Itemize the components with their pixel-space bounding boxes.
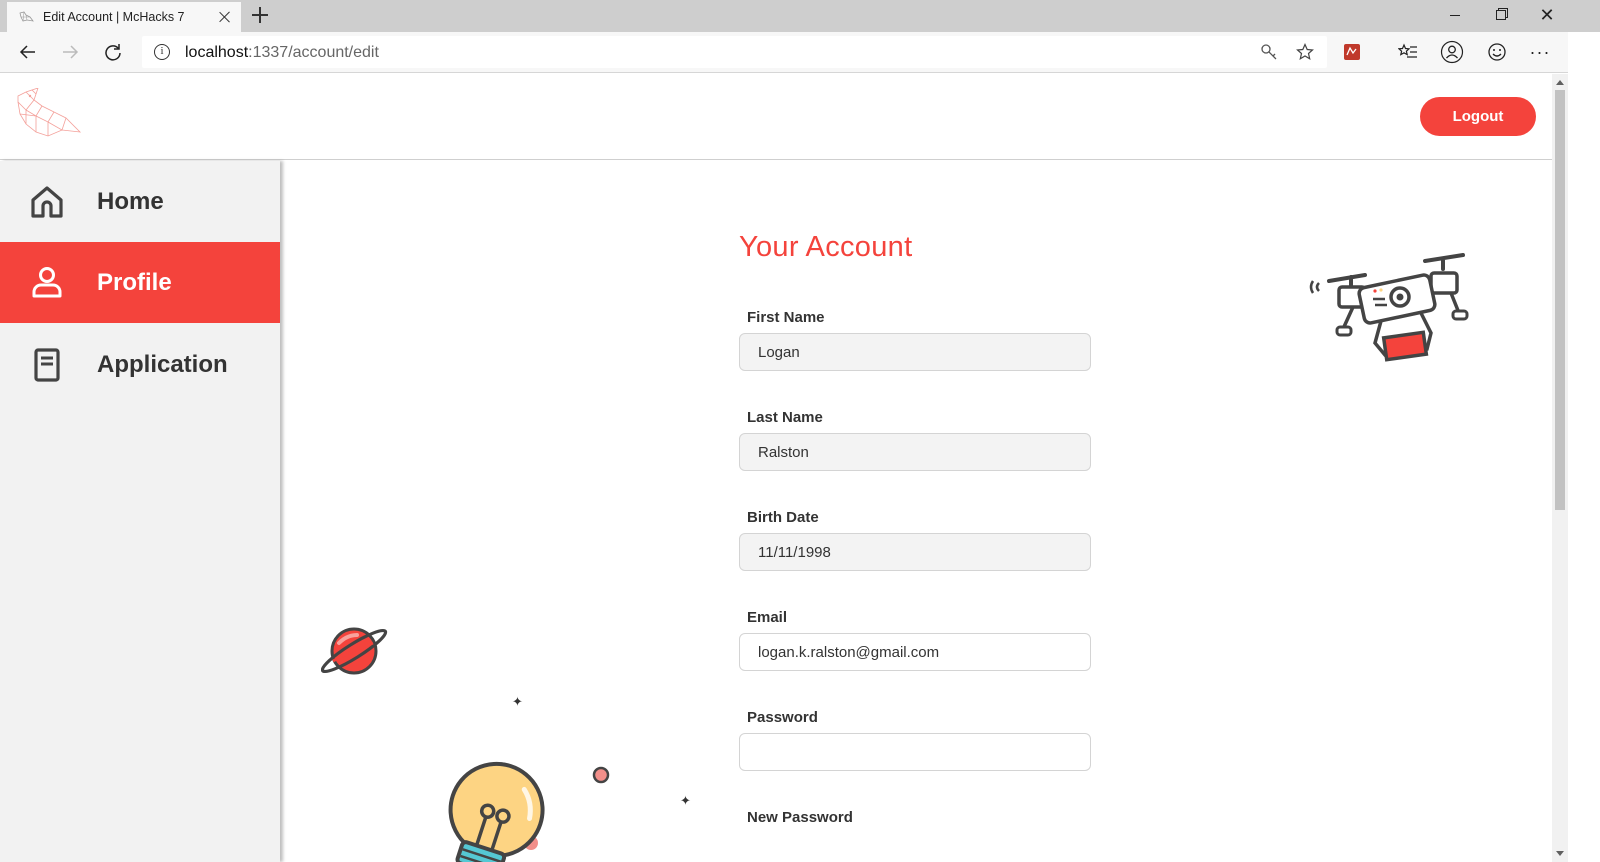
sidebar-item-label: Profile <box>97 268 172 296</box>
extension-icon[interactable] <box>1340 40 1364 64</box>
scroll-thumb[interactable] <box>1555 90 1565 510</box>
first-name-label: First Name <box>747 309 825 326</box>
main-content: ✦ ✦ ✦ <box>283 161 1552 862</box>
sparkle-icon: ✦ <box>512 694 523 709</box>
feedback-smiley-icon[interactable] <box>1485 40 1509 64</box>
first-name-input[interactable]: Logan <box>739 333 1091 371</box>
web-page: Logout Home Profile Application ✦ ✦ Your… <box>0 74 1552 862</box>
tab-title: Edit Account | McHacks 7 <box>43 10 185 24</box>
logout-button[interactable]: Logout <box>1420 97 1536 136</box>
close-window-button[interactable]: ✕ <box>1524 0 1570 30</box>
sidebar: Home Profile Application <box>0 161 280 862</box>
scroll-up-arrow-icon[interactable] <box>1556 80 1564 85</box>
minimize-button[interactable] <box>1432 0 1478 30</box>
address-bar[interactable]: i localhost:1337/account/edit <box>142 36 1327 68</box>
sidebar-item-home[interactable]: Home <box>0 161 280 242</box>
more-menu-icon[interactable]: ··· <box>1528 40 1552 64</box>
new-tab-icon[interactable] <box>252 7 268 23</box>
password-input[interactable] <box>739 733 1091 771</box>
arrow-right-icon <box>63 45 79 59</box>
home-icon <box>29 184 65 220</box>
email-label: Email <box>747 609 788 626</box>
info-icon[interactable]: i <box>154 44 170 60</box>
page-scrollbar[interactable] <box>1552 74 1568 862</box>
arrow-left-icon <box>19 45 35 59</box>
tab-close-icon[interactable] <box>218 10 232 24</box>
restore-button[interactable] <box>1478 0 1524 30</box>
url-path: :1337/account/edit <box>248 44 379 61</box>
new-password-label: New Password <box>747 809 853 826</box>
last-name-label: Last Name <box>747 409 823 426</box>
url-text: localhost:1337/account/edit <box>185 44 379 62</box>
drone-icon <box>1309 253 1469 362</box>
dot-circle-icon <box>592 766 610 784</box>
bird-favicon-icon <box>19 11 34 22</box>
birth-date-input[interactable]: 11/11/1998 <box>739 533 1091 571</box>
sparkle-icon: ✦ <box>680 793 691 808</box>
sidebar-item-label: Application <box>97 350 228 378</box>
birth-date-label: Birth Date <box>747 509 819 526</box>
scroll-down-arrow-icon[interactable] <box>1556 851 1564 856</box>
page-title: Your Account <box>739 231 913 263</box>
back-button[interactable] <box>14 38 42 66</box>
url-host: localhost <box>185 44 249 61</box>
window-edge <box>1568 32 1600 862</box>
sidebar-item-application[interactable]: Application <box>0 324 280 405</box>
email-input[interactable]: logan.k.ralston@gmail.com <box>739 633 1091 671</box>
mchacks-bird-logo-icon[interactable] <box>14 88 82 140</box>
planet-icon <box>321 627 388 675</box>
sidebar-item-label: Home <box>97 187 164 215</box>
document-icon <box>29 347 65 383</box>
user-icon <box>29 265 65 301</box>
favorite-star-icon[interactable] <box>1295 42 1315 62</box>
browser-tab[interactable]: Edit Account | McHacks 7 <box>7 2 241 32</box>
favorites-list-icon[interactable] <box>1396 40 1420 64</box>
browser-tabstrip: Edit Account | McHacks 7 ✕ <box>0 0 1600 32</box>
forward-button[interactable] <box>56 38 84 66</box>
profile-avatar-icon[interactable] <box>1440 40 1464 64</box>
sidebar-item-profile[interactable]: Profile <box>0 242 280 323</box>
refresh-icon <box>105 44 121 61</box>
refresh-button[interactable] <box>99 38 127 66</box>
site-header: Logout <box>0 74 1552 160</box>
lightbulb-icon <box>448 761 545 862</box>
key-icon[interactable] <box>1259 42 1279 62</box>
browser-toolbar: i localhost:1337/account/edit ··· <box>0 32 1600 73</box>
password-label: Password <box>747 709 818 726</box>
last-name-input[interactable]: Ralston <box>739 433 1091 471</box>
